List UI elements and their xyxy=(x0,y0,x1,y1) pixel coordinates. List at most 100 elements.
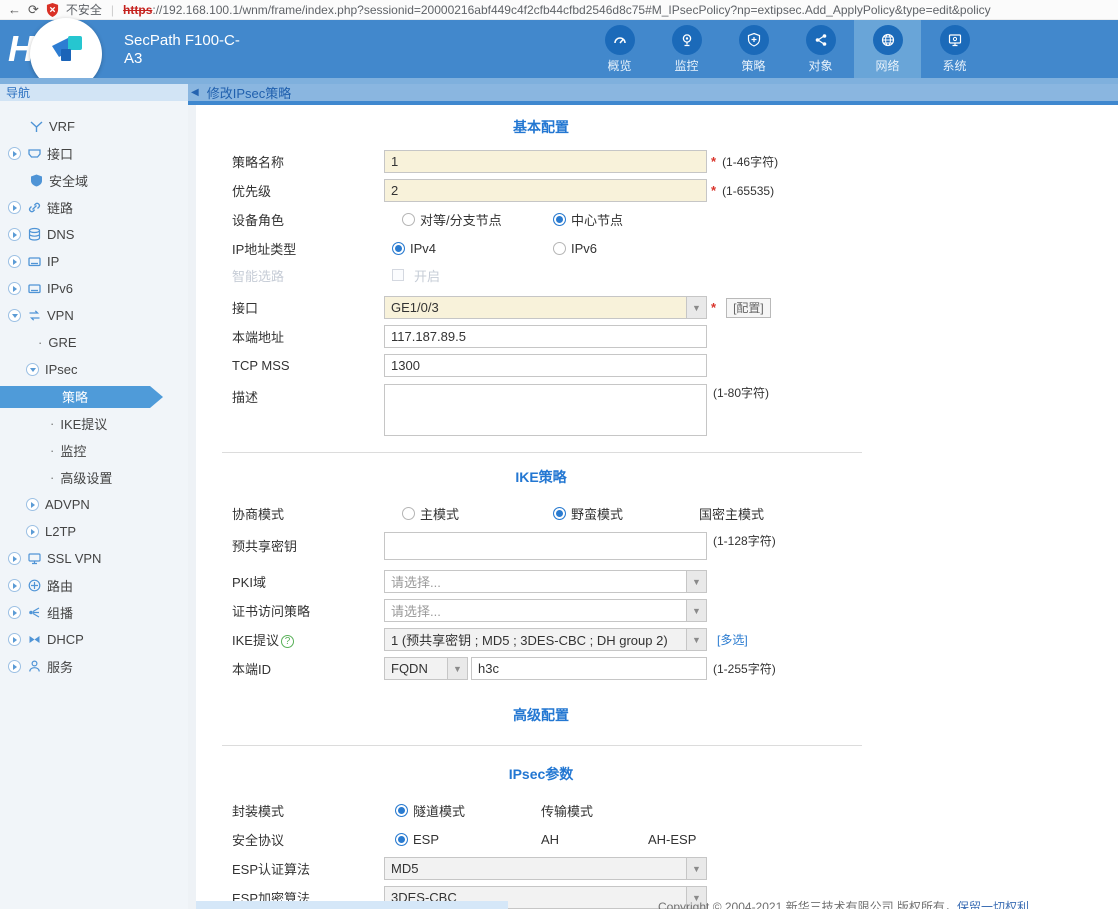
sidebar-item-dhcp[interactable]: DHCP xyxy=(0,626,188,653)
chevron-down-icon: ▼ xyxy=(686,600,706,621)
radio-peer-branch-node[interactable]: 对等/分支节点 xyxy=(397,210,548,229)
multi-select-link[interactable]: [多选] xyxy=(717,631,748,648)
form-row-ike-proposal: IKE提议? 1 (预共享密钥 ; MD5 ; 3DES-CBC ; DH gr… xyxy=(232,625,1118,654)
pki-domain-select[interactable]: 请选择... ▼ xyxy=(384,570,707,593)
expand-icon[interactable] xyxy=(8,255,21,268)
sidebar-item-link[interactable]: 链路 xyxy=(0,194,188,221)
nav-monitor[interactable]: 监控 xyxy=(653,20,720,78)
radio-selected-icon xyxy=(395,804,408,817)
radio-ah-esp[interactable]: AH-ESP xyxy=(648,832,696,847)
preshared-key-input[interactable] xyxy=(384,532,707,560)
sidebar-item-ipsec[interactable]: IPsec xyxy=(0,356,188,383)
interface-config-button[interactable]: [配置] xyxy=(726,298,771,318)
sidebar-item-advanced-settings[interactable]: · 高级设置 xyxy=(0,464,188,491)
expand-icon[interactable] xyxy=(8,633,21,646)
sidebar-item-l2tp[interactable]: L2TP xyxy=(0,518,188,545)
tcp-mss-input[interactable] xyxy=(384,354,707,377)
back-icon[interactable]: ← xyxy=(8,2,21,17)
sidebar-item-ssl-vpn[interactable]: SSL VPN xyxy=(0,545,188,572)
sidebar-item-vpn[interactable]: VPN xyxy=(0,302,188,329)
expand-icon[interactable] xyxy=(8,201,21,214)
policy-name-input[interactable] xyxy=(384,150,707,173)
description-textarea[interactable] xyxy=(384,384,707,436)
product-name: SecPath F100-C- A3 xyxy=(124,32,264,68)
globe-icon xyxy=(880,32,896,48)
ike-proposal-select[interactable]: 1 (预共享密钥 ; MD5 ; 3DES-CBC ; DH group 2) … xyxy=(384,628,707,651)
expand-icon[interactable] xyxy=(8,660,21,673)
sidebar-item-ipsec-policy-selected[interactable]: 策略 xyxy=(0,383,188,410)
nav-policy[interactable]: 策略 xyxy=(720,20,787,78)
sidebar-item-ipv6[interactable]: IPv6 xyxy=(0,275,188,302)
required-star: * xyxy=(711,183,716,198)
routing-icon xyxy=(27,578,42,593)
content-tab-bar: ◀ 修改IPsec策略 xyxy=(188,84,1118,101)
sidebar-item-security-zone[interactable]: 安全域 xyxy=(0,167,188,194)
local-id-input[interactable] xyxy=(471,657,707,680)
radio-selected-icon xyxy=(392,242,405,255)
radio-ipv6[interactable]: IPv6 xyxy=(548,241,699,256)
section-title-ike: IKE策略 xyxy=(196,467,886,487)
nav-system[interactable]: 系统 xyxy=(921,20,988,78)
nav-object[interactable]: 对象 xyxy=(787,20,854,78)
address-bar[interactable]: https://192.168.100.1/wnm/frame/index.ph… xyxy=(123,3,991,17)
radio-main-mode[interactable]: 主模式 xyxy=(397,504,548,523)
cert-access-policy-select[interactable]: 请选择... ▼ xyxy=(384,599,707,622)
radio-center-node[interactable]: 中心节点 xyxy=(548,210,699,229)
expand-icon[interactable] xyxy=(26,525,39,538)
radio-gm-main-mode[interactable]: 国密主模式 xyxy=(699,504,764,523)
expand-icon[interactable] xyxy=(8,228,21,241)
radio-tunnel-mode[interactable]: 隧道模式 xyxy=(390,801,541,820)
collapse-icon[interactable] xyxy=(26,363,39,376)
chevron-down-icon: ▼ xyxy=(686,858,706,879)
local-address-input[interactable] xyxy=(384,325,707,348)
sidebar-item-routing[interactable]: 路由 xyxy=(0,572,188,599)
radio-aggressive-mode[interactable]: 野蛮模式 xyxy=(548,504,699,523)
section-title-ipsec: IPsec参数 xyxy=(196,764,886,784)
page-tab-title[interactable]: 修改IPsec策略 xyxy=(207,83,292,102)
nav-overview[interactable]: 概览 xyxy=(586,20,653,78)
sidebar-item-service[interactable]: 服务 xyxy=(0,653,188,680)
sidebar-item-ip[interactable]: IP xyxy=(0,248,188,275)
form-row-preshared-key: 预共享密钥 (1-128字符) xyxy=(232,532,1118,561)
form-row-pki-domain: PKI域 请选择... ▼ xyxy=(232,567,1118,596)
sidebar-item-interface[interactable]: 接口 xyxy=(0,140,188,167)
sidebar-item-vrf[interactable]: VRF xyxy=(0,113,188,140)
sidebar-item-multicast[interactable]: 组播 xyxy=(0,599,188,626)
chevron-down-icon: ▼ xyxy=(447,658,467,679)
nav-network[interactable]: 网络 xyxy=(854,20,921,78)
radio-transport-mode[interactable]: 传输模式 xyxy=(541,801,692,820)
sidebar-item-dns[interactable]: DNS xyxy=(0,221,188,248)
sidebar-item-advpn[interactable]: ADVPN xyxy=(0,491,188,518)
expand-icon[interactable] xyxy=(26,498,39,511)
collapse-icon[interactable] xyxy=(8,309,21,322)
help-icon[interactable]: ? xyxy=(281,635,294,648)
local-id-type-select[interactable]: FQDN ▼ xyxy=(384,657,468,680)
radio-ah[interactable]: AH xyxy=(541,832,648,847)
expand-icon[interactable] xyxy=(8,147,21,160)
sidebar-item-ipsec-monitor[interactable]: · 监控 xyxy=(0,437,188,464)
expand-icon[interactable] xyxy=(8,579,21,592)
required-star: * xyxy=(711,154,716,169)
radio-ipv4[interactable]: IPv4 xyxy=(387,241,538,256)
esp-auth-select[interactable]: MD5 ▼ xyxy=(384,857,707,880)
form-row-interface: 接口 GE1/0/3 ▼ * [配置] xyxy=(232,293,1118,322)
form-row-nego-mode: 协商模式 主模式 野蛮模式 国密主模式 xyxy=(232,499,1118,528)
top-nav: 概览 监控 策略 对象 网络 xyxy=(586,20,988,78)
sidebar-collapse-icon[interactable]: ◀ xyxy=(191,87,199,98)
advanced-config-toggle[interactable]: 高级配置 xyxy=(196,705,886,725)
service-user-icon xyxy=(27,659,42,674)
form-row-encap-mode: 封装模式 隧道模式 传输模式 xyxy=(232,796,1118,825)
expand-icon[interactable] xyxy=(8,552,21,565)
refresh-icon[interactable]: ⟳ xyxy=(28,2,39,18)
divider: | xyxy=(111,3,114,17)
priority-input[interactable] xyxy=(384,179,707,202)
sidebar-item-ike-proposal[interactable]: · IKE提议 xyxy=(0,410,188,437)
section-divider xyxy=(222,452,862,453)
expand-icon[interactable] xyxy=(8,606,21,619)
form-row-cert-policy: 证书访问策略 请选择... ▼ xyxy=(232,596,1118,625)
expand-icon[interactable] xyxy=(8,282,21,295)
sidebar-item-gre[interactable]: · GRE xyxy=(0,329,188,356)
radio-esp[interactable]: ESP xyxy=(390,832,541,847)
selected-item-banner[interactable]: 策略 xyxy=(0,386,150,408)
interface-select[interactable]: GE1/0/3 ▼ xyxy=(384,296,707,319)
